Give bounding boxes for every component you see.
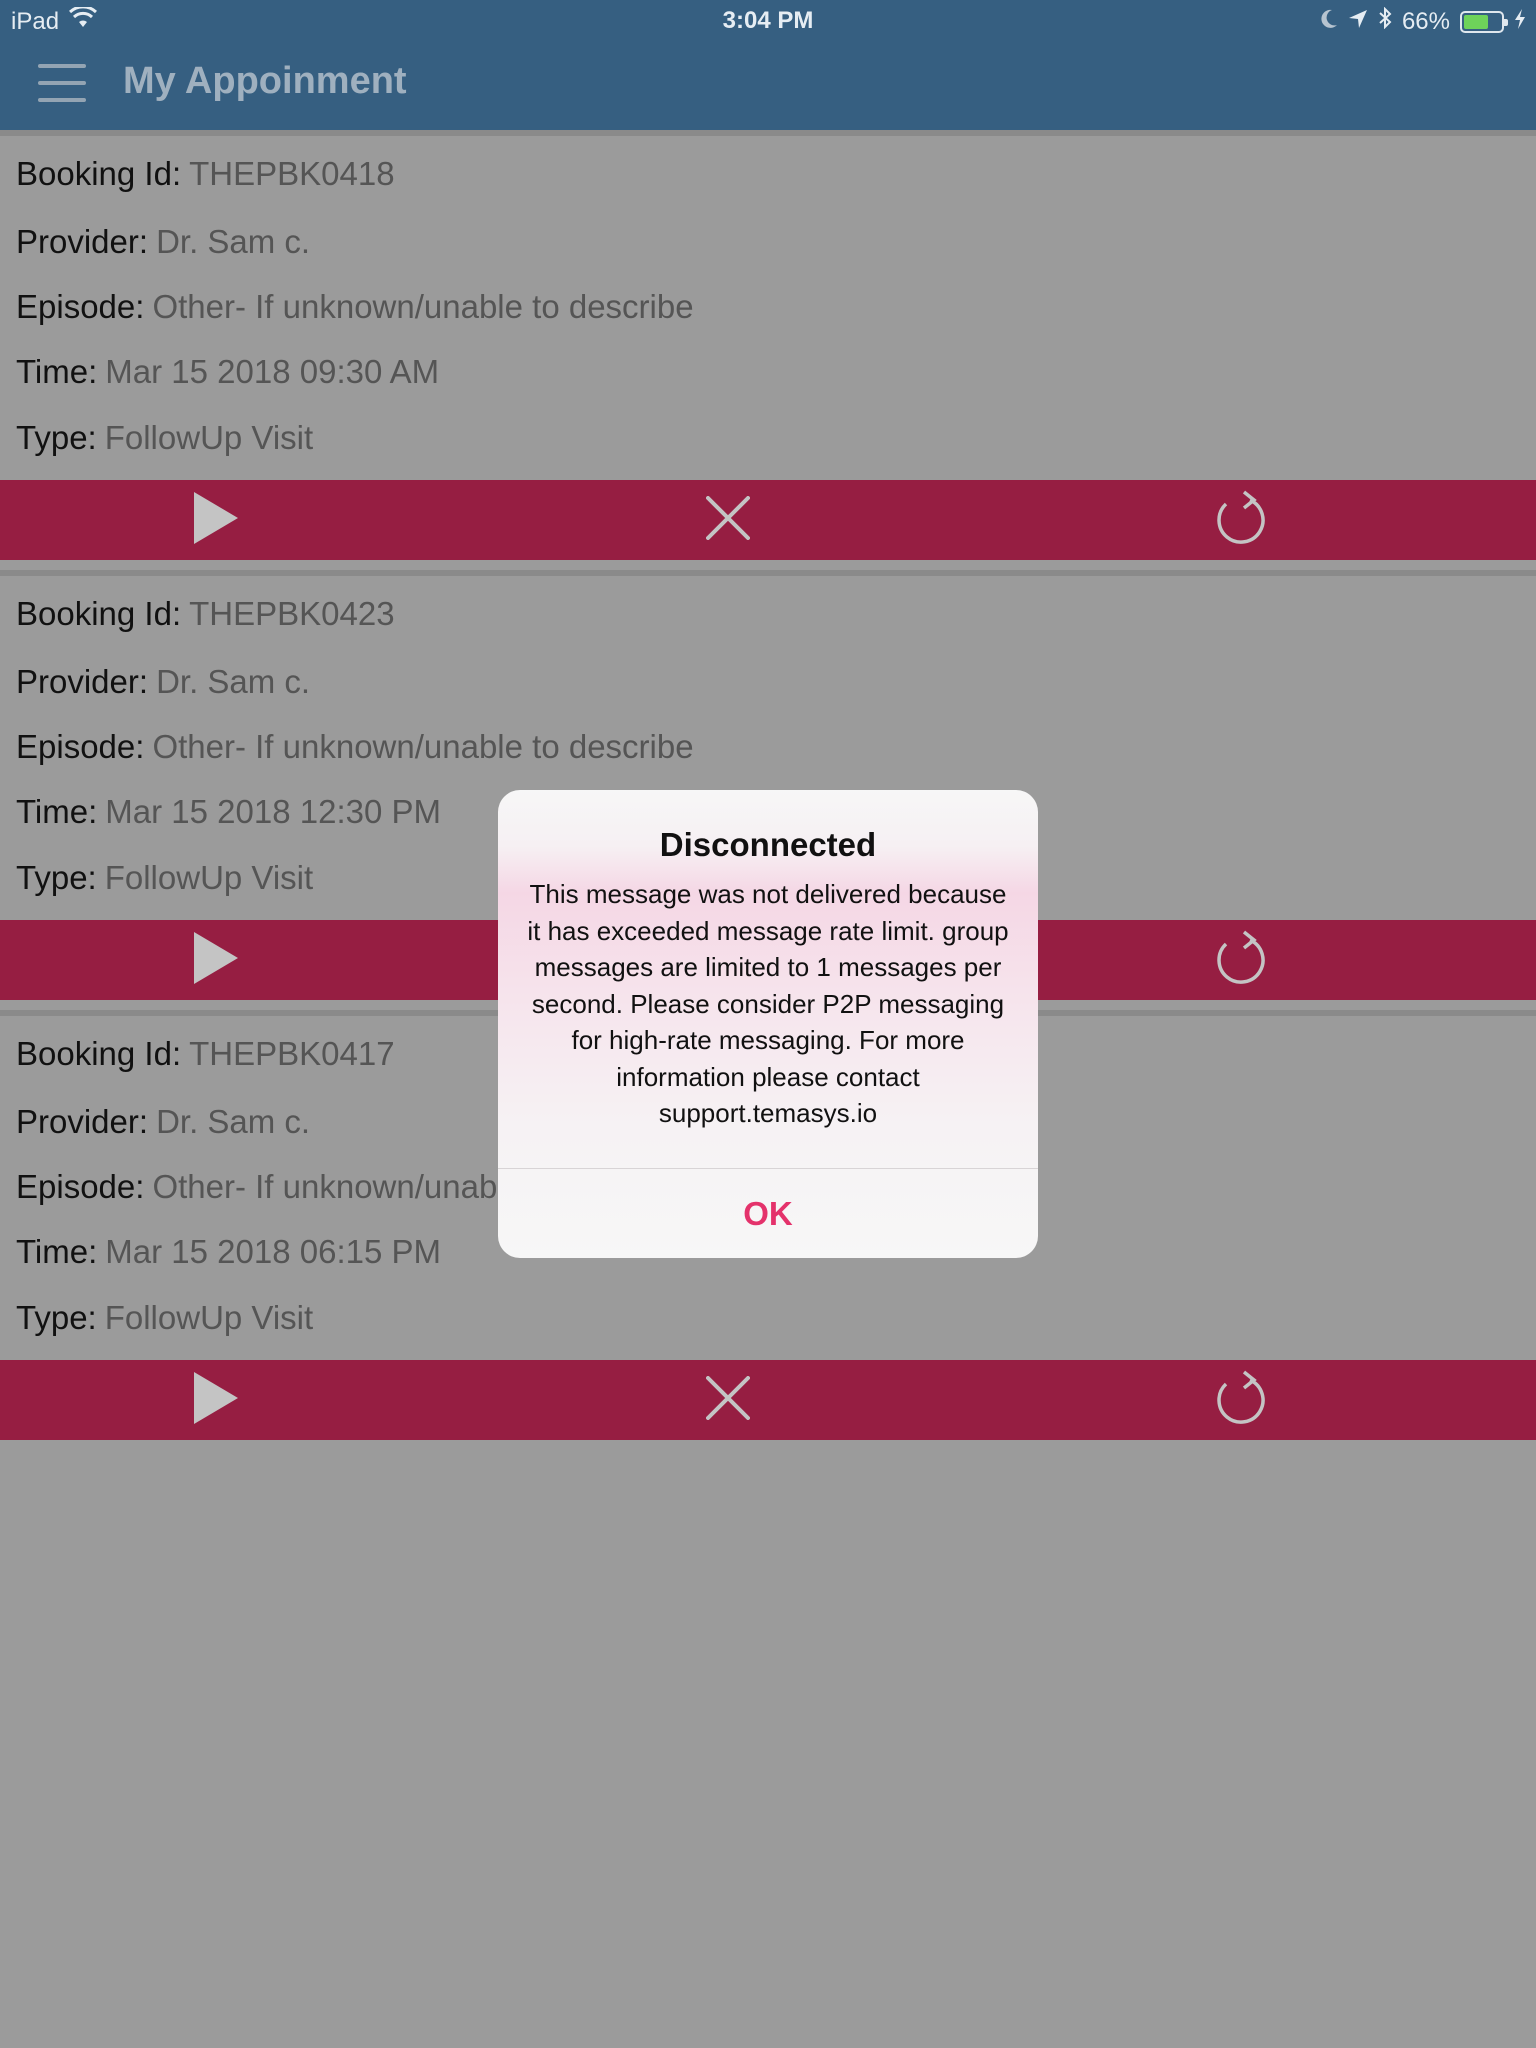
- provider-value: Dr. Sam c.: [156, 223, 311, 260]
- play-icon: [190, 1370, 240, 1431]
- type-label: Type:: [16, 419, 97, 456]
- booking-id-label: Booking Id:: [16, 1035, 182, 1072]
- close-icon: [706, 495, 750, 545]
- appointment-episode-row: Episode: Other- If unknown/unable to desc…: [16, 288, 694, 326]
- appointment-episode-row: Episode: Other- If unknown/unable to desc…: [16, 728, 694, 766]
- appointment-time-row: Time: Mar 15 2018 06:15 PM: [16, 1233, 441, 1271]
- appointment-time-row: Time: Mar 15 2018 09:30 AM: [16, 353, 439, 391]
- time-label: Time:: [16, 353, 98, 390]
- appointment-type-row: Type: FollowUp Visit: [16, 419, 313, 457]
- episode-label: Episode:: [16, 728, 145, 765]
- type-label: Type:: [16, 859, 97, 896]
- episode-label: Episode:: [16, 1168, 145, 1205]
- booking-id-label: Booking Id:: [16, 155, 182, 192]
- ok-button[interactable]: OK: [498, 1169, 1038, 1258]
- refresh-button[interactable]: [1200, 920, 1280, 1000]
- alert-dialog: Disconnected This message was not delive…: [498, 790, 1038, 1258]
- time-value: Mar 15 2018 06:15 PM: [105, 1233, 441, 1270]
- type-value: FollowUp Visit: [104, 859, 314, 896]
- appointment-action-bar: [0, 480, 1536, 560]
- appointment-time-row: Time: Mar 15 2018 12:30 PM: [16, 793, 441, 831]
- app-header: My Appoinment: [0, 40, 1536, 130]
- episode-value: Other- If unknown/unable to describe: [152, 288, 694, 325]
- close-icon: [706, 1375, 750, 1425]
- refresh-icon: [1214, 490, 1266, 551]
- appointment-booking-id-row: Booking Id: THEPBK0417: [16, 1035, 395, 1073]
- card-divider: [0, 570, 1536, 576]
- refresh-button[interactable]: [1200, 480, 1280, 560]
- bluetooth-icon: [1378, 6, 1392, 36]
- provider-label: Provider:: [16, 1103, 149, 1140]
- page-title: My Appoinment: [123, 60, 407, 102]
- booking-id-value: THEPBK0418: [189, 155, 395, 192]
- play-button[interactable]: [175, 480, 255, 560]
- refresh-icon: [1214, 930, 1266, 991]
- time-label: Time:: [16, 793, 98, 830]
- booking-id-value: THEPBK0417: [189, 1035, 395, 1072]
- type-value: FollowUp Visit: [104, 1299, 314, 1336]
- appointment-provider-row: Provider: Dr. Sam c.: [16, 223, 310, 261]
- appointment-provider-row: Provider: Dr. Sam c.: [16, 663, 310, 701]
- close-button[interactable]: [688, 480, 768, 560]
- status-time: 3:04 PM: [722, 7, 814, 34]
- refresh-button[interactable]: [1200, 1360, 1280, 1440]
- booking-id-label: Booking Id:: [16, 595, 182, 632]
- appointment-type-row: Type: FollowUp Visit: [16, 859, 313, 897]
- time-value: Mar 15 2018 12:30 PM: [105, 793, 441, 830]
- appointment-card: Booking Id: THEPBK0418 Provider: Dr. Sam c.…: [0, 130, 1536, 570]
- charging-icon: [1514, 8, 1526, 36]
- status-bar: iPad 3:04 PM 66%: [0, 0, 1536, 40]
- play-button[interactable]: [175, 1360, 255, 1440]
- type-label: Type:: [16, 1299, 97, 1336]
- appointment-type-row: Type: FollowUp Visit: [16, 1299, 313, 1337]
- appointment-booking-id-row: Booking Id: THEPBK0418: [16, 155, 395, 193]
- booking-id-value: THEPBK0423: [189, 595, 395, 632]
- time-value: Mar 15 2018 09:30 AM: [105, 353, 440, 390]
- appointment-provider-row: Provider: Dr. Sam c.: [16, 1103, 310, 1141]
- app-screen: iPad 3:04 PM 66% My Appoinment Booking I…: [0, 0, 1536, 2048]
- appointment-booking-id-row: Booking Id: THEPBK0423: [16, 595, 395, 633]
- refresh-icon: [1214, 1370, 1266, 1431]
- dialog-title: Disconnected: [659, 826, 877, 863]
- play-button[interactable]: [175, 920, 255, 1000]
- battery-fill: [1464, 14, 1488, 29]
- time-label: Time:: [16, 1233, 98, 1270]
- battery-percent: 66%: [1401, 7, 1450, 35]
- provider-value: Dr. Sam c.: [156, 1103, 311, 1140]
- episode-value: Other- If unknown/unable to describe: [152, 728, 694, 765]
- moon-icon: [1320, 8, 1338, 36]
- provider-label: Provider:: [16, 663, 149, 700]
- provider-label: Provider:: [16, 223, 149, 260]
- episode-label: Episode:: [16, 288, 145, 325]
- play-icon: [190, 490, 240, 551]
- play-icon: [190, 930, 240, 991]
- type-value: FollowUp Visit: [104, 419, 314, 456]
- hamburger-icon[interactable]: [38, 64, 86, 104]
- location-icon: [1348, 8, 1368, 36]
- card-divider: [0, 130, 1536, 136]
- dialog-message: This message was not delivered because i…: [527, 879, 1009, 1128]
- battery-icon: [1460, 10, 1508, 33]
- close-button[interactable]: [688, 1360, 768, 1440]
- appointment-action-bar: [0, 1360, 1536, 1440]
- provider-value: Dr. Sam c.: [156, 663, 311, 700]
